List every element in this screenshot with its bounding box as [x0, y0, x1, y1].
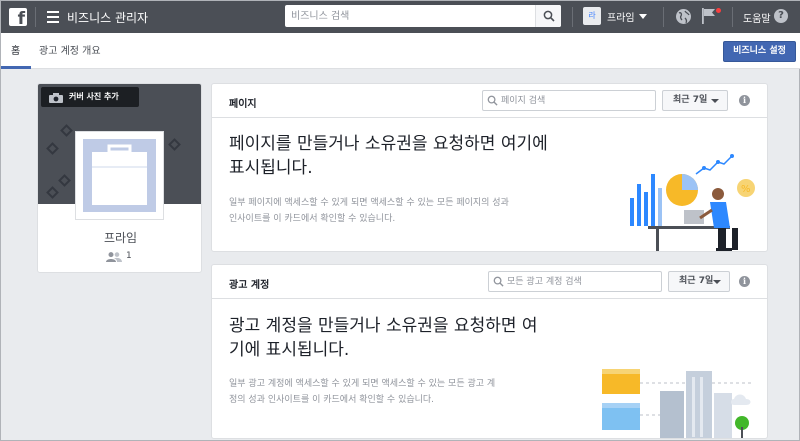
pages-description-line-1: 일부 페이지에 액세스할 수 있게 되면 액세스할 수 있는 모든 페이지의 성…: [229, 198, 509, 208]
menu-icon[interactable]: [47, 11, 59, 23]
ad-accounts-illustration: [602, 369, 752, 438]
pattern-diamond: [168, 138, 181, 151]
search-icon: [493, 276, 504, 287]
ad-accounts-date-range-label: 최근 7일: [679, 276, 714, 286]
ad-accounts-description-line-2: 정의 성과 인사이트를 이 카드에서 확인할 수 있습니다.: [229, 395, 435, 405]
business-settings-button[interactable]: 비즈니스 설정: [723, 41, 796, 62]
active-tab-indicator: [1, 66, 31, 69]
caret-down-icon: [713, 280, 721, 284]
ad-accounts-empty-description: 일부 광고 계정에 액세스할 수 있게 되면 액세스할 수 있는 모든 광고 계…: [229, 376, 589, 408]
account-avatar: 라: [583, 7, 601, 25]
pages-description-line-2: 인사이트를 이 카드에서 확인할 수 있습니다.: [229, 214, 396, 224]
ad-accounts-headline-line-2: 기에 표시됩니다.: [229, 340, 350, 360]
briefcase-icon: [92, 144, 147, 205]
ad-accounts-description-line-1: 일부 광고 계정에 액세스할 수 있게 되면 액세스할 수 있는 모든 광고 계: [229, 379, 496, 389]
ad-accounts-card-title: 광고 계정: [229, 280, 270, 291]
ad-accounts-search-input[interactable]: [507, 272, 657, 291]
help-label[interactable]: 도움말: [743, 10, 771, 25]
top-bar: f 비즈니스 관리자 라 프라임 도움말 ?: [1, 1, 800, 33]
chevron-down-icon: [639, 14, 647, 19]
pages-search: [482, 90, 656, 111]
info-icon[interactable]: i: [739, 276, 750, 287]
divider: [572, 7, 573, 27]
pattern-diamond: [58, 174, 71, 187]
analytics-illustration: %: [630, 154, 755, 251]
ad-accounts-empty-headline: 광고 계정을 만들거나 소유권을 요청하면 여 기에 표시됩니다.: [229, 314, 589, 362]
pattern-diamond: [60, 124, 73, 137]
member-count: 1: [126, 251, 132, 261]
profile-picture[interactable]: [75, 131, 164, 220]
pages-card-title: 페이지: [229, 99, 257, 110]
pages-date-range-dropdown[interactable]: 최근 7일: [662, 90, 728, 111]
caret-down-icon: [711, 99, 719, 103]
facebook-logo-icon[interactable]: f: [9, 8, 27, 26]
ad-accounts-card-header: 광고 계정 최근 7일 i: [212, 265, 767, 299]
search-icon: [543, 10, 555, 22]
app-title[interactable]: 비즈니스 관리자: [67, 9, 148, 26]
search-button[interactable]: [535, 5, 561, 27]
business-search: [285, 5, 561, 27]
business-name: 프라임: [103, 231, 138, 245]
camera-icon: [49, 93, 63, 103]
people-icon: [106, 252, 122, 262]
info-icon[interactable]: i: [739, 95, 750, 106]
pages-empty-headline: 페이지를 만들거나 소유권을 요청하면 여기에 표시됩니다.: [229, 132, 609, 180]
ad-accounts-headline-line-1: 광고 계정을 만들거나 소유권을 요청하면 여: [229, 316, 538, 336]
business-profile-card: 커버 사진 추가 프라임 1: [37, 83, 202, 273]
add-cover-photo-label: 커버 사진 추가: [69, 92, 119, 101]
business-search-input[interactable]: [285, 5, 533, 27]
pattern-diamond: [46, 142, 59, 155]
pages-date-range-label: 최근 7일: [673, 95, 708, 105]
pages-card: 페이지 최근 7일 i 페이지를 만들거나 소유권을 요청하면 여기에 표시됩니…: [211, 83, 768, 252]
divider: [732, 7, 733, 27]
pages-headline-line-2: 표시됩니다.: [229, 158, 313, 178]
account-name: 프라임: [607, 13, 635, 24]
tab-home[interactable]: 홈: [11, 42, 20, 57]
add-cover-photo-button[interactable]: 커버 사진 추가: [41, 87, 139, 107]
pages-search-input[interactable]: [501, 91, 651, 110]
notification-badge: [715, 7, 722, 14]
profile-picture-placeholder: [83, 139, 156, 212]
ad-accounts-search: [488, 271, 662, 292]
ad-accounts-date-range-dropdown[interactable]: 최근 7일: [668, 271, 730, 292]
divider: [35, 7, 36, 27]
svg-text:%: %: [741, 184, 751, 195]
pages-headline-line-1: 페이지를 만들거나 소유권을 요청하면 여기에: [229, 134, 548, 154]
divider: [663, 7, 664, 27]
sub-navigation: 홈 광고 계정 개요 비즈니스 설정: [1, 33, 800, 69]
ad-accounts-card: 광고 계정 최근 7일 i 광고 계정을 만들거나 소유권을 요청하면 여 기에…: [211, 264, 768, 439]
search-icon: [487, 95, 498, 106]
tab-ad-accounts-overview[interactable]: 광고 계정 개요: [39, 42, 101, 57]
globe-icon[interactable]: [675, 8, 692, 25]
pages-card-header: 페이지 최근 7일 i: [212, 84, 767, 118]
pattern-diamond: [46, 186, 59, 199]
help-icon[interactable]: ?: [774, 9, 788, 23]
pages-empty-description: 일부 페이지에 액세스할 수 있게 되면 액세스할 수 있는 모든 페이지의 성…: [229, 195, 589, 227]
